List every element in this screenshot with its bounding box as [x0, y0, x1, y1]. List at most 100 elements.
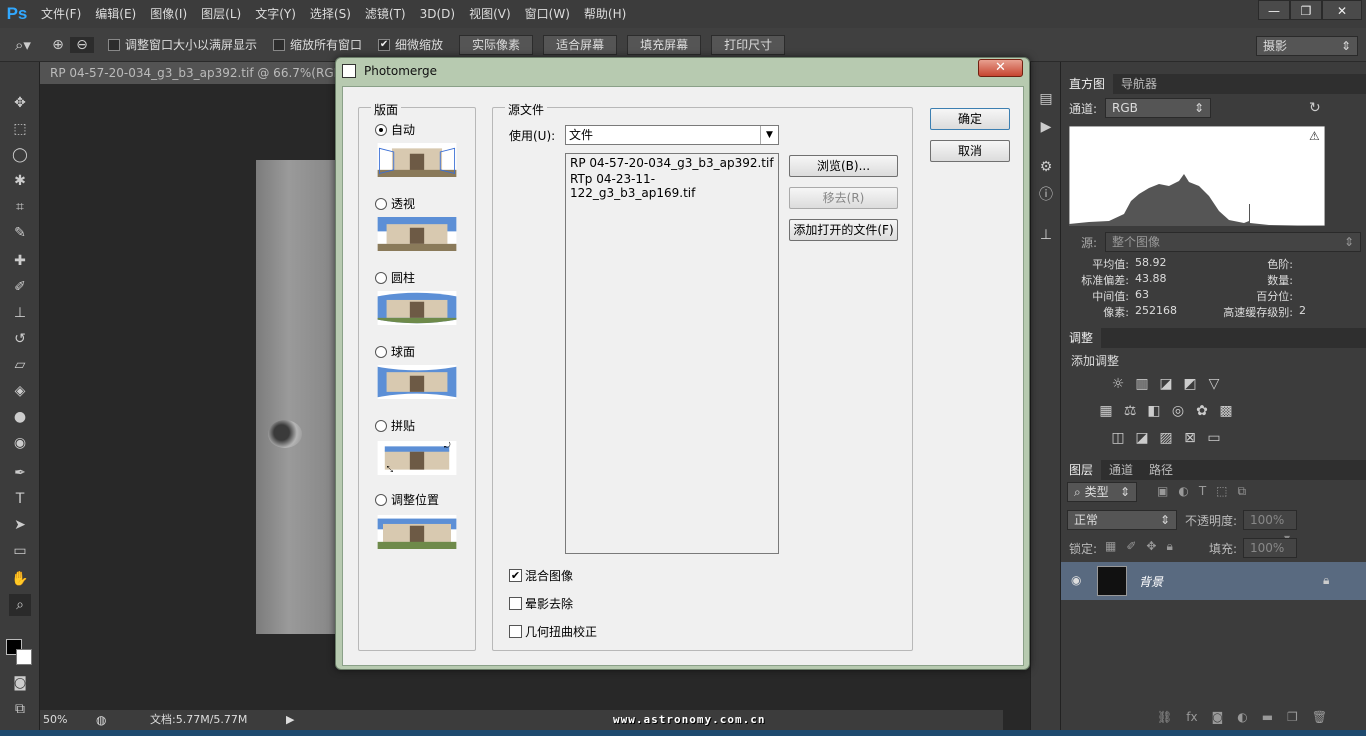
clone-source-icon[interactable]: ⊥	[1035, 224, 1057, 246]
background-color-icon[interactable]	[16, 649, 32, 665]
layout-auto-radio[interactable]: 自动	[375, 121, 415, 138]
hue-saturation-icon[interactable]: ▦	[1097, 402, 1115, 420]
zoom-all-checkbox[interactable]: 缩放所有窗口	[273, 36, 362, 53]
vignette-removal-checkbox[interactable]: 晕影去除	[509, 595, 573, 612]
new-layer-icon[interactable]: ❐	[1287, 710, 1298, 724]
smart-object-filter-icon[interactable]: ⧉	[1238, 484, 1247, 499]
browse-button[interactable]: 浏览(B)...	[789, 155, 898, 177]
visibility-eye-icon[interactable]: ◉	[1071, 573, 1081, 587]
blur-tool-icon[interactable]: ●	[9, 406, 31, 428]
image-filter-icon[interactable]: ▣	[1157, 484, 1168, 499]
resize-windows-checkbox[interactable]: 调整窗口大小以满屏显示	[108, 36, 257, 53]
posterize-icon[interactable]: ◪	[1133, 429, 1151, 447]
cancel-button[interactable]: 取消	[930, 140, 1010, 162]
menu-window[interactable]: 窗口(W)	[518, 0, 577, 28]
black-white-icon[interactable]: ◧	[1145, 402, 1163, 420]
status-menu-icon[interactable]: ◍	[96, 710, 106, 730]
brush-tool-icon[interactable]: ✐	[9, 276, 31, 298]
path-select-icon[interactable]: ➤	[9, 514, 31, 536]
source-select[interactable]: 整个图像 ⇕	[1105, 232, 1361, 252]
type-filter-icon[interactable]: T	[1199, 484, 1206, 499]
zoom-out-icon[interactable]: ⊖	[70, 36, 94, 53]
eraser-tool-icon[interactable]: ▱	[9, 354, 31, 376]
photo-filter-icon[interactable]: ◎	[1169, 402, 1187, 420]
marquee-tool-icon[interactable]: ⬚	[9, 118, 31, 140]
zoom-tool-icon[interactable]: ⌕▾	[0, 36, 46, 54]
link-layers-icon[interactable]: ⛓	[1157, 710, 1172, 724]
lock-pixels-icon[interactable]: ✐	[1126, 539, 1136, 554]
selective-color-icon[interactable]: ⊠	[1181, 429, 1199, 447]
tab-layers[interactable]: 图层	[1061, 460, 1102, 480]
new-adjustment-icon[interactable]: ◐	[1237, 710, 1247, 724]
menu-view[interactable]: 视图(V)	[462, 0, 518, 28]
exposure-icon[interactable]: ◩	[1181, 375, 1199, 393]
tab-navigator[interactable]: 导航器	[1113, 74, 1165, 94]
workspace-select[interactable]: 摄影 ⇕	[1256, 36, 1358, 56]
color-lookup-icon[interactable]: ▩	[1217, 402, 1235, 420]
zoom-level[interactable]: 50%	[43, 710, 67, 730]
layout-collage-radio[interactable]: 拼贴	[375, 417, 415, 434]
layer-filter-select[interactable]: ⌕ 类型 ⇕	[1067, 482, 1137, 502]
opacity-field[interactable]: 100% ▾	[1243, 510, 1297, 545]
blend-mode-select[interactable]: 正常 ⇕	[1067, 510, 1177, 530]
menu-type[interactable]: 文字(Y)	[248, 0, 303, 28]
brightness-icon[interactable]: ☼	[1109, 375, 1127, 393]
fx-icon[interactable]: fx	[1186, 710, 1197, 724]
tool-presets-icon[interactable]: ⚙	[1035, 156, 1057, 178]
minimize-button[interactable]: —	[1258, 0, 1290, 20]
move-tool-icon[interactable]: ✥	[9, 92, 31, 114]
tab-channels[interactable]: 通道	[1101, 460, 1141, 480]
bucket-tool-icon[interactable]: ◈	[9, 380, 31, 402]
threshold-icon[interactable]: ▨	[1157, 429, 1175, 447]
zoom-in-icon[interactable]: ⊕	[46, 37, 70, 53]
hand-tool-icon[interactable]: ✋	[9, 568, 31, 590]
menu-file[interactable]: 文件(F)	[34, 0, 88, 28]
file-list-item[interactable]: RP 04-57-20-034_g3_b3_ap392.tif	[570, 156, 774, 170]
eyedropper-icon[interactable]: ✎	[9, 222, 31, 244]
curves-icon[interactable]: ◪	[1157, 375, 1175, 393]
zoom-tool-icon[interactable]: ⌕	[9, 594, 31, 616]
fill-screen-button[interactable]: 填充屏幕	[627, 34, 702, 55]
remove-button[interactable]: 移去(R)	[789, 187, 898, 209]
healing-brush-icon[interactable]: ✚	[9, 250, 31, 272]
trash-icon[interactable]: 🗑︎	[1312, 710, 1327, 724]
lock-transparency-icon[interactable]: ▦	[1105, 539, 1116, 554]
color-balance-icon[interactable]: ⚖	[1121, 402, 1139, 420]
fill-field[interactable]: 100% ▾	[1243, 538, 1297, 573]
ok-button[interactable]: 确定	[930, 108, 1010, 130]
channel-select[interactable]: RGB ⇕	[1105, 98, 1211, 118]
history-panel-icon[interactable]: ▤	[1035, 88, 1057, 110]
layout-reposition-radio[interactable]: 调整位置	[375, 491, 439, 508]
history-brush-icon[interactable]: ↺	[9, 328, 31, 350]
dialog-close-button[interactable]: ✕	[978, 59, 1023, 77]
blend-images-checkbox[interactable]: ✔ 混合图像	[509, 567, 573, 584]
file-list[interactable]: RP 04-57-20-034_g3_b3_ap392.tif RTp 04-2…	[565, 153, 779, 554]
menu-filter[interactable]: 滤镜(T)	[358, 0, 413, 28]
new-group-icon[interactable]: ▬	[1262, 710, 1273, 724]
vibrance-icon[interactable]: ▽	[1205, 375, 1223, 393]
levels-icon[interactable]: ▥	[1133, 375, 1151, 393]
screen-mode-icon[interactable]: ⧉	[9, 698, 31, 720]
menu-select[interactable]: 选择(S)	[303, 0, 358, 28]
layout-cylindrical-radio[interactable]: 圆柱	[375, 269, 415, 286]
restore-button[interactable]: ❐	[1290, 0, 1322, 20]
lasso-tool-icon[interactable]: ◯	[9, 144, 31, 166]
dodge-tool-icon[interactable]: ◉	[9, 432, 31, 454]
layer-row-background[interactable]: ◉ 背景 🔒︎	[1061, 562, 1366, 600]
add-open-files-button[interactable]: 添加打开的文件(F)	[789, 219, 898, 241]
refresh-icon[interactable]: ↻	[1309, 100, 1321, 116]
type-tool-icon[interactable]: T	[9, 488, 31, 510]
play-arrow-icon[interactable]: ▶	[286, 710, 294, 730]
magic-wand-icon[interactable]: ✱	[9, 170, 31, 192]
info-panel-icon[interactable]: ⓘ	[1035, 184, 1057, 206]
lock-position-icon[interactable]: ✥	[1146, 539, 1156, 554]
stamp-tool-icon[interactable]: ⊥	[9, 302, 31, 324]
invert-icon[interactable]: ◫	[1109, 429, 1127, 447]
actions-panel-icon[interactable]: ▶	[1035, 116, 1057, 138]
lock-all-icon[interactable]: 🔒︎	[1166, 539, 1172, 554]
channel-mixer-icon[interactable]: ✿	[1193, 402, 1211, 420]
shape-tool-icon[interactable]: ▭	[9, 540, 31, 562]
menu-image[interactable]: 图像(I)	[143, 0, 194, 28]
actual-pixels-button[interactable]: 实际像素	[459, 34, 534, 55]
quick-mask-icon[interactable]: ◙	[9, 672, 31, 694]
